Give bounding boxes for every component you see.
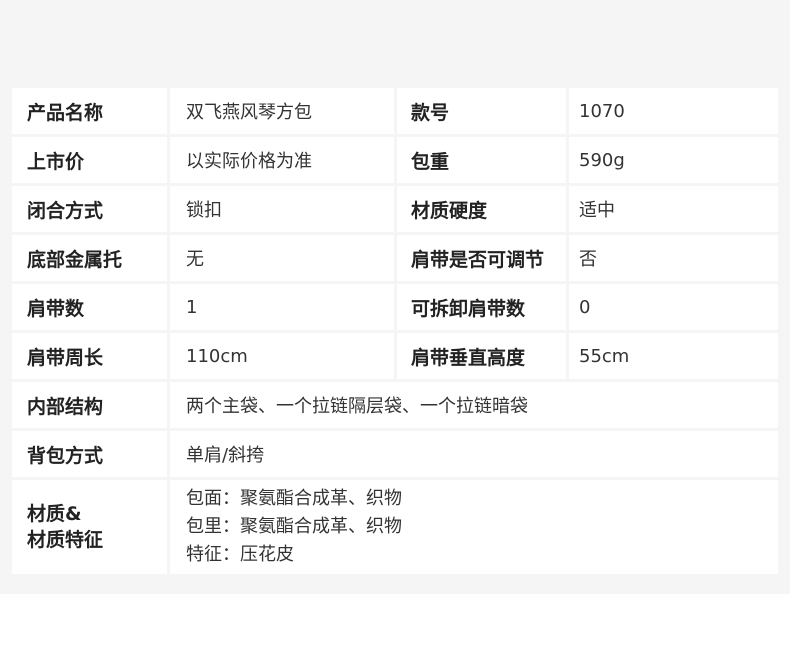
spec-value: 单肩/斜挎 <box>170 431 778 477</box>
spec-value: 1 <box>170 284 397 330</box>
spec-label: 材质硬度 <box>397 186 569 232</box>
spec-label: 款号 <box>397 88 569 134</box>
spec-label: 上市价 <box>12 137 170 183</box>
table-row-internal-structure: 内部结构 两个主袋、一个拉链隔层袋、一个拉链暗袋 <box>12 382 778 428</box>
spec-label: 包重 <box>397 137 569 183</box>
spec-label: 肩带数 <box>12 284 170 330</box>
spec-value: 无 <box>170 235 397 281</box>
table-row: 肩带周长 110cm 肩带垂直高度 55cm <box>12 333 778 379</box>
spec-label: 肩带垂直高度 <box>397 333 569 379</box>
material-line: 包面：聚氨酯合成革、织物 <box>186 488 402 509</box>
spec-label: 闭合方式 <box>12 186 170 232</box>
spec-label: 材质& 材质特征 <box>12 480 170 574</box>
material-line: 包里：聚氨酯合成革、织物 <box>186 516 402 537</box>
spec-value: 两个主袋、一个拉链隔层袋、一个拉链暗袋 <box>170 382 778 428</box>
spec-value: 锁扣 <box>170 186 397 232</box>
spec-label: 肩带是否可调节 <box>397 235 569 281</box>
product-spec-table: 产品名称 双飞燕风琴方包 款号 1070 上市价 以实际价格为准 包重 590g… <box>12 85 778 577</box>
spec-label: 肩带周长 <box>12 333 170 379</box>
spec-value: 55cm <box>569 333 778 379</box>
spec-label: 可拆卸肩带数 <box>397 284 569 330</box>
spec-value: 0 <box>569 284 778 330</box>
spec-value: 以实际价格为准 <box>170 137 397 183</box>
material-label-line: 材质& <box>27 503 82 525</box>
spec-value: 否 <box>569 235 778 281</box>
spec-label: 底部金属托 <box>12 235 170 281</box>
table-row: 上市价 以实际价格为准 包重 590g <box>12 137 778 183</box>
table-row-carry-style: 背包方式 单肩/斜挎 <box>12 431 778 477</box>
material-label-line: 材质特征 <box>27 529 104 551</box>
table-row: 产品名称 双飞燕风琴方包 款号 1070 <box>12 88 778 134</box>
table-row: 肩带数 1 可拆卸肩带数 0 <box>12 284 778 330</box>
spec-value: 110cm <box>170 333 397 379</box>
spec-value: 包面：聚氨酯合成革、织物 包里：聚氨酯合成革、织物 特征：压花皮 <box>170 480 778 574</box>
spec-value: 1070 <box>569 88 778 134</box>
table-row: 底部金属托 无 肩带是否可调节 否 <box>12 235 778 281</box>
table-row-material: 材质& 材质特征 包面：聚氨酯合成革、织物 包里：聚氨酯合成革、织物 特征：压花… <box>12 480 778 574</box>
spec-label: 背包方式 <box>12 431 170 477</box>
material-line: 特征：压花皮 <box>186 544 294 565</box>
spec-value: 适中 <box>569 186 778 232</box>
table-row: 闭合方式 锁扣 材质硬度 适中 <box>12 186 778 232</box>
spec-value: 590g <box>569 137 778 183</box>
spec-value: 双飞燕风琴方包 <box>170 88 397 134</box>
spec-label: 产品名称 <box>12 88 170 134</box>
spec-label: 内部结构 <box>12 382 170 428</box>
